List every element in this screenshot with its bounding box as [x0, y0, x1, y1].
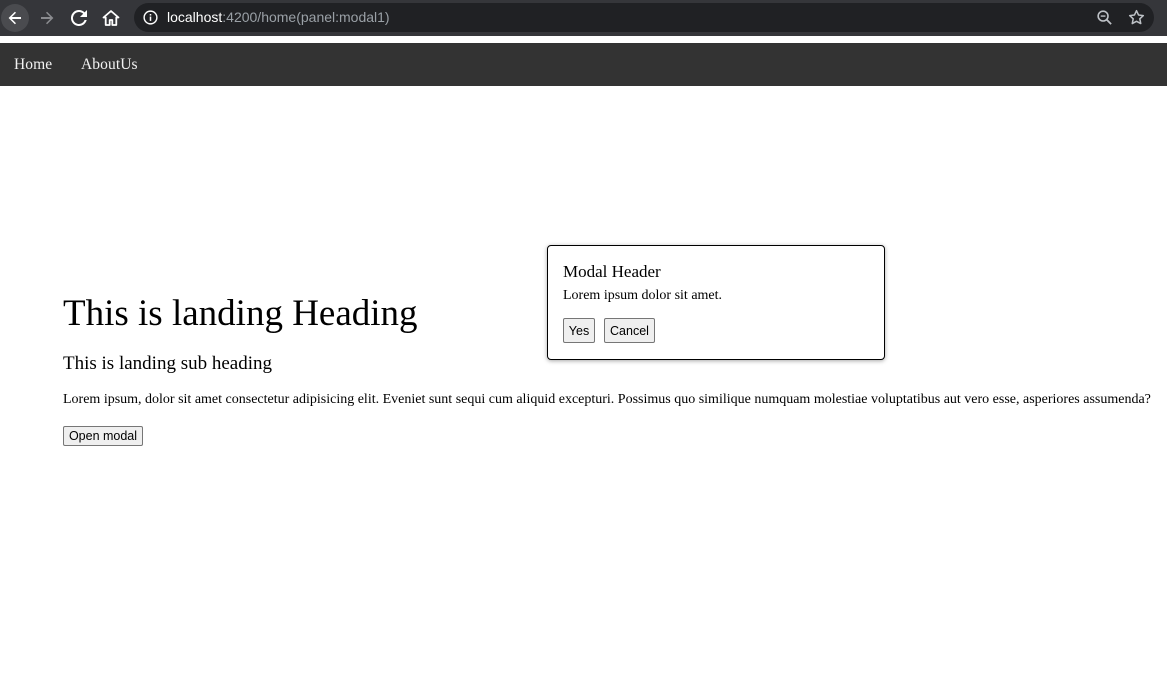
reload-button[interactable]	[65, 4, 93, 32]
reload-icon	[71, 10, 87, 26]
home-button[interactable]	[97, 4, 125, 32]
star-icon[interactable]	[1128, 9, 1145, 26]
url-text[interactable]: localhost:4200/home(panel:modal1)	[167, 9, 390, 25]
back-button[interactable]	[1, 4, 29, 32]
back-arrow-icon	[8, 11, 21, 25]
cancel-button[interactable]: Cancel	[604, 318, 655, 343]
landing-paragraph: Lorem ipsum, dolor sit amet consectetur …	[63, 392, 1151, 407]
nav-link-home[interactable]: Home	[14, 56, 52, 74]
top-navbar: Home AboutUs	[0, 43, 1167, 86]
forward-arrow-icon	[41, 11, 54, 25]
modal-body-text: Lorem ipsum dolor sit amet.	[563, 288, 723, 303]
modal-dialog: Modal Header Lorem ipsum dolor sit amet.…	[547, 245, 885, 360]
browser-toolbar: localhost:4200/home(panel:modal1)	[0, 0, 1167, 36]
browser-divider	[0, 36, 1167, 43]
landing-heading: This is landing Heading	[63, 293, 418, 334]
zoom-icon[interactable]	[1096, 9, 1113, 26]
url-host: localhost	[167, 9, 223, 25]
landing-sub-heading: This is landing sub heading	[63, 353, 272, 374]
yes-button[interactable]: Yes	[563, 318, 595, 343]
info-icon[interactable]	[143, 10, 158, 25]
address-bar[interactable]: localhost:4200/home(panel:modal1)	[134, 3, 1154, 32]
nav-link-aboutus[interactable]: AboutUs	[81, 56, 138, 74]
home-icon	[102, 10, 120, 26]
forward-button[interactable]	[33, 4, 61, 32]
open-modal-button[interactable]: Open modal	[63, 426, 143, 446]
url-path: :4200/home(panel:modal1)	[222, 9, 390, 25]
modal-header: Modal Header	[563, 262, 661, 281]
